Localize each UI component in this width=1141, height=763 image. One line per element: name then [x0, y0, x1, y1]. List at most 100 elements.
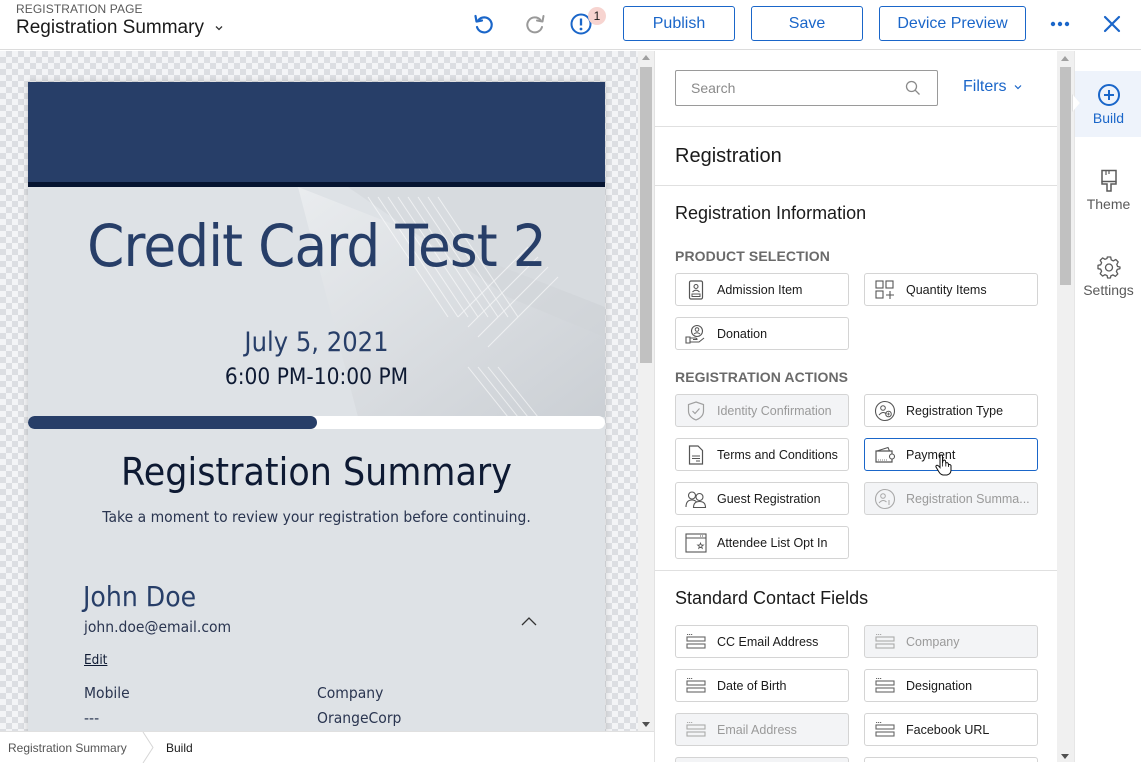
filters-label: Filters: [963, 78, 1007, 96]
redo-button[interactable]: [522, 11, 548, 37]
canvas-scrollbar[interactable]: [638, 51, 654, 731]
field-icon: [685, 675, 707, 697]
field-icon: [874, 631, 896, 653]
tile-label: Date of Birth: [717, 679, 792, 693]
summary-subtitle: Take a moment to review your registratio…: [48, 508, 585, 526]
tile-date-of-birth[interactable]: Date of Birth: [675, 669, 849, 702]
field-value-company: OrangeCorp: [317, 709, 401, 727]
tile-registration-summary[interactable]: Registration Summa...: [864, 482, 1038, 515]
breadcrumb-separator-icon: [141, 732, 155, 763]
tile-admission-item[interactable]: Admission Item: [675, 273, 849, 306]
more-options-button[interactable]: [1047, 11, 1073, 37]
tile-label: Terms and Conditions: [717, 448, 844, 462]
page-kicker: REGISTRATION PAGE: [16, 2, 143, 16]
undo-button[interactable]: [471, 11, 497, 37]
document-icon: [685, 444, 707, 466]
attendee-email: john.doe@email.com: [84, 618, 231, 636]
event-title: Credit Card Test 2: [51, 212, 582, 280]
tile-registration-type[interactable]: Registration Type: [864, 394, 1038, 427]
rail-label: Settings: [1083, 282, 1134, 298]
scroll-down-arrow[interactable]: [642, 722, 650, 727]
tile-company[interactable]: Company: [864, 625, 1038, 658]
rail-item-theme[interactable]: Theme: [1075, 157, 1141, 223]
chevron-up-icon[interactable]: [519, 614, 539, 628]
search-field[interactable]: [675, 70, 938, 106]
alerts-count-badge: 1: [588, 7, 606, 25]
divider: [655, 185, 1057, 186]
event-hero[interactable]: Credit Card Test 2 July 5, 2021 6:00 PM-…: [28, 187, 605, 417]
registration-progress-bar: [28, 416, 605, 429]
tile-partial[interactable]: [864, 757, 1038, 762]
tile-attendee-list-opt-in[interactable]: Attendee List Opt In: [675, 526, 849, 559]
tile-label: Payment: [906, 448, 961, 462]
plus-circle-icon: [1097, 83, 1121, 107]
close-button[interactable]: [1099, 11, 1125, 37]
rail-item-build[interactable]: Build: [1075, 71, 1141, 137]
user-type-icon: [874, 400, 896, 422]
user-summary-icon: [874, 488, 896, 510]
breadcrumb: Registration Summary Build: [0, 731, 654, 762]
tile-donation[interactable]: Donation: [675, 317, 849, 350]
search-input[interactable]: [691, 80, 891, 96]
paint-brush-icon: [1099, 169, 1119, 193]
group-title-registration-actions: REGISTRATION ACTIONS: [675, 369, 848, 385]
field-icon: [874, 719, 896, 741]
active-tab-pointer-inner: [1073, 95, 1080, 111]
wallet-icon: [874, 444, 896, 466]
tile-guest-registration[interactable]: Guest Registration: [675, 482, 849, 515]
scrollbar-thumb[interactable]: [640, 67, 652, 363]
event-time: 6:00 PM-10:00 PM: [51, 365, 582, 390]
summary-title: Registration Summary: [51, 450, 582, 494]
registration-page-preview: Credit Card Test 2 July 5, 2021 6:00 PM-…: [28, 82, 605, 731]
panel-scrollbar[interactable]: [1057, 51, 1074, 762]
page-title: Registration Summary: [16, 17, 204, 39]
breadcrumb-item-page[interactable]: Registration Summary: [8, 741, 127, 755]
progress-fill: [28, 416, 317, 429]
page-selector[interactable]: Registration Summary: [16, 17, 224, 39]
field-icon: [685, 719, 707, 741]
tile-label: Facebook URL: [906, 723, 995, 737]
field-icon: [685, 631, 707, 653]
tile-cc-email-address[interactable]: CC Email Address: [675, 625, 849, 658]
tile-designation[interactable]: Designation: [864, 669, 1038, 702]
tile-terms-and-conditions[interactable]: Terms and Conditions: [675, 438, 849, 471]
divider: [655, 570, 1057, 571]
tile-partial[interactable]: [675, 757, 849, 762]
field-label-company: Company: [317, 684, 383, 702]
list-star-icon: [685, 532, 707, 554]
top-bar: REGISTRATION PAGE Registration Summary 1…: [0, 0, 1141, 50]
tile-identity-confirmation[interactable]: Identity Confirmation: [675, 394, 849, 427]
scroll-up-arrow[interactable]: [1061, 56, 1069, 61]
publish-button[interactable]: Publish: [623, 6, 735, 41]
header-banner[interactable]: [28, 82, 605, 182]
scrollbar-thumb[interactable]: [1060, 67, 1071, 285]
elements-panel: Filters Registration Registration Inform…: [654, 51, 1057, 762]
field-value-mobile: ---: [84, 709, 99, 727]
save-button[interactable]: Save: [751, 6, 863, 41]
redo-icon: [523, 12, 547, 36]
chevron-down-icon: [1013, 82, 1023, 92]
scroll-up-arrow[interactable]: [642, 55, 650, 60]
tile-email-address[interactable]: Email Address: [675, 713, 849, 746]
section-title-standard-contact-fields: Standard Contact Fields: [675, 588, 868, 609]
tile-label: Email Address: [717, 723, 803, 737]
breadcrumb-item-build[interactable]: Build: [166, 741, 193, 755]
grid-plus-icon: [874, 279, 896, 301]
divider: [655, 126, 1057, 127]
tile-payment[interactable]: Payment: [864, 438, 1038, 471]
rail-label: Build: [1093, 110, 1124, 126]
device-preview-button[interactable]: Device Preview: [879, 6, 1026, 41]
subsection-title-registration-information: Registration Information: [675, 203, 866, 224]
tile-quantity-items[interactable]: Quantity Items: [864, 273, 1038, 306]
preview-canvas: Credit Card Test 2 July 5, 2021 6:00 PM-…: [0, 51, 638, 731]
edit-attendee-link[interactable]: Edit: [84, 653, 107, 668]
filters-dropdown[interactable]: Filters: [963, 78, 1023, 96]
gear-icon: [1097, 255, 1121, 279]
attendee-name: John Doe: [83, 580, 196, 613]
scroll-down-arrow[interactable]: [1061, 754, 1069, 759]
tile-label: Attendee List Opt In: [717, 536, 834, 550]
tile-label: Identity Confirmation: [717, 404, 838, 418]
rail-item-settings[interactable]: Settings: [1075, 243, 1141, 309]
field-icon: [874, 675, 896, 697]
tile-facebook-url[interactable]: Facebook URL: [864, 713, 1038, 746]
